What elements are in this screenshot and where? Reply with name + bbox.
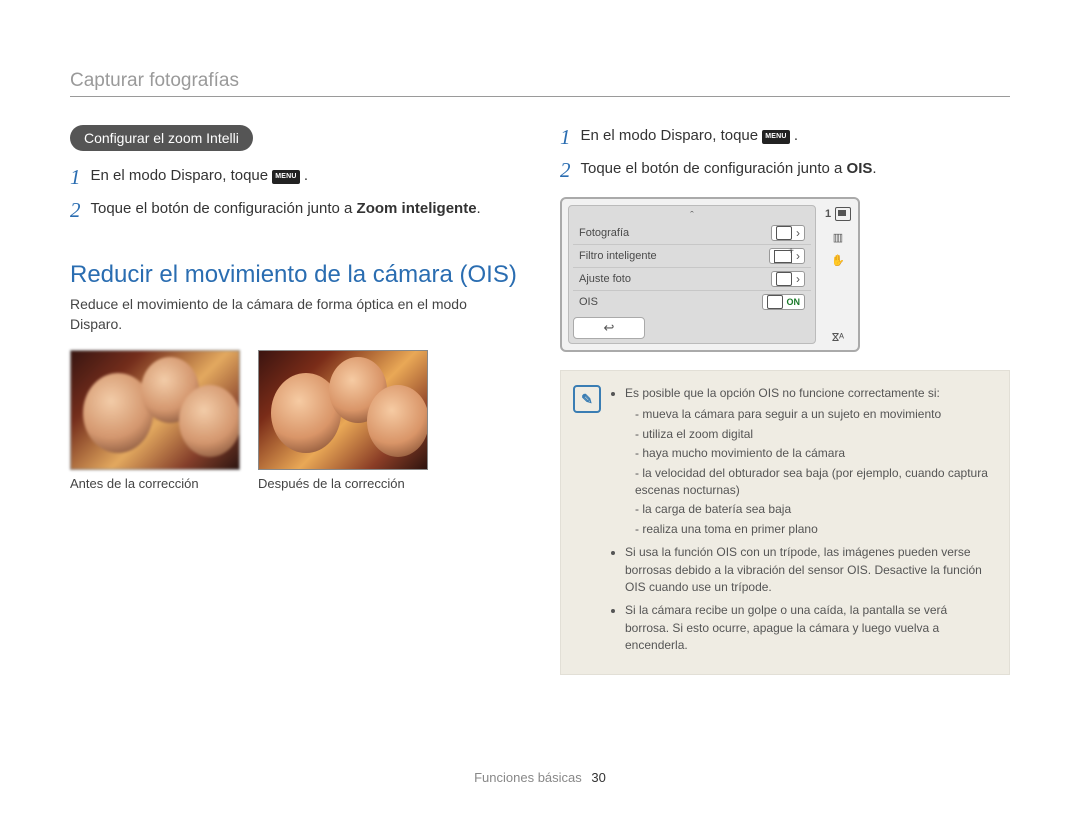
after-photo xyxy=(258,350,428,470)
lcd-row-ajuste: Ajuste foto › xyxy=(573,267,811,290)
lcd-counter: 1 xyxy=(825,207,851,221)
step-text: En el modo Disparo, toque MENU . xyxy=(581,125,799,147)
text-fragment: Toque el botón de configuración junto a xyxy=(581,160,847,177)
bold-text: Zoom inteligente xyxy=(357,200,477,217)
lcd-scroll-up: ˆ xyxy=(573,210,811,222)
before-caption: Antes de la corrección xyxy=(70,476,240,491)
lcd-label: Fotografía xyxy=(579,227,629,239)
text-fragment: . xyxy=(477,200,481,217)
ois-section-desc: Reduce el movimiento de la cámara de for… xyxy=(70,295,520,334)
note-item: utiliza el zoom digital xyxy=(635,426,993,443)
step-number: 2 xyxy=(70,200,81,221)
left-step-1: 1 En el modo Disparo, toque MENU . xyxy=(70,165,520,188)
right-column: 1 En el modo Disparo, toque MENU . 2 Toq… xyxy=(560,125,1010,675)
step-text: En el modo Disparo, toque MENU . xyxy=(91,165,309,187)
camera-lcd: ˆ Fotografía › Filtro inteligente › Ajus… xyxy=(560,197,860,352)
text-fragment: . xyxy=(872,160,876,177)
note-item: Si la cámara recibe un golpe o una caída… xyxy=(625,602,993,654)
text-fragment: Toque el botón de configuración junto a xyxy=(91,200,357,217)
chevron-right-icon: › xyxy=(796,226,800,240)
after-caption: Después de la corrección xyxy=(258,476,428,491)
text-fragment: En el modo Disparo, toque xyxy=(91,167,273,184)
page-number: 30 xyxy=(591,770,605,785)
sample-images-row: Antes de la corrección Después de la cor… xyxy=(70,350,520,491)
lcd-back-button: ↩ xyxy=(573,317,645,339)
note-item: la velocidad del obturador sea baja (por… xyxy=(635,465,993,500)
right-step-1: 1 En el modo Disparo, toque MENU . xyxy=(560,125,1010,148)
sd-card-icon: ▥ xyxy=(833,231,843,244)
ois-status-icon: ✋ xyxy=(831,254,845,267)
intelli-zoom-pill: Configurar el zoom Intelli xyxy=(70,125,253,151)
battery-icon xyxy=(835,207,851,221)
note-icon: ✎ xyxy=(573,385,601,413)
camera-lcd-block: ˆ Fotografía › Filtro inteligente › Ajus… xyxy=(560,197,1010,352)
lcd-label: Ajuste foto xyxy=(579,273,631,285)
note-item: Si usa la función OIS con un trípode, la… xyxy=(625,544,993,596)
left-column: Configurar el zoom Intelli 1 En el modo … xyxy=(70,125,520,675)
page-header: Capturar fotografías xyxy=(70,70,1010,97)
step-text: Toque el botón de configuración junto a … xyxy=(91,198,481,220)
lcd-setting-icon: › xyxy=(771,271,805,287)
lcd-setting-icon: › xyxy=(771,225,805,241)
flash-icon: ⴵᴬ xyxy=(832,331,844,344)
step-text: Toque el botón de configuración junto a … xyxy=(581,158,877,180)
lcd-status-side: 1 ▥ ✋ ⴵᴬ xyxy=(824,205,852,344)
lcd-menu: ˆ Fotografía › Filtro inteligente › Ajus… xyxy=(568,205,816,344)
text-fragment: . xyxy=(304,167,308,184)
ois-section-title: Reducir el movimiento de la cámara (OIS) xyxy=(70,261,520,289)
note-item: haya mucho movimiento de la cámara xyxy=(635,445,993,462)
ois-note-box: ✎ Es posible que la opción OIS no funcio… xyxy=(560,370,1010,675)
note-head: Es posible que la opción OIS no funcione… xyxy=(625,386,940,400)
text-fragment: . xyxy=(794,127,798,144)
lcd-row-fotografia: Fotografía › xyxy=(573,222,811,244)
step-number: 2 xyxy=(560,160,571,181)
chevron-right-icon: › xyxy=(796,249,800,263)
step-number: 1 xyxy=(70,167,81,188)
footer-section: Funciones básicas xyxy=(474,770,582,785)
page-footer: Funciones básicas 30 xyxy=(0,770,1080,785)
lcd-setting-icon: › xyxy=(769,248,805,264)
lcd-label: OIS xyxy=(579,296,598,308)
note-item: mueva la cámara para seguir a un sujeto … xyxy=(635,406,993,423)
after-image-block: Después de la corrección xyxy=(258,350,428,491)
note-item: realiza una toma en primer plano xyxy=(635,521,993,538)
lcd-label: Filtro inteligente xyxy=(579,250,657,262)
note-item: la carga de batería sea baja xyxy=(635,501,993,518)
bold-text: OIS xyxy=(847,160,873,177)
lcd-row-filtro: Filtro inteligente › xyxy=(573,244,811,267)
menu-icon: MENU xyxy=(762,130,789,144)
step-number: 1 xyxy=(560,127,571,148)
menu-icon: MENU xyxy=(272,170,299,184)
on-label: ON xyxy=(787,297,801,307)
chevron-right-icon: › xyxy=(796,272,800,286)
before-image-block: Antes de la corrección xyxy=(70,350,240,491)
lcd-ois-on-badge: ON xyxy=(762,294,806,310)
lcd-row-ois: OIS ON xyxy=(573,290,811,313)
left-step-2: 2 Toque el botón de configuración junto … xyxy=(70,198,520,221)
text-fragment: En el modo Disparo, toque xyxy=(581,127,763,144)
before-photo xyxy=(70,350,240,470)
right-step-2: 2 Toque el botón de configuración junto … xyxy=(560,158,1010,181)
